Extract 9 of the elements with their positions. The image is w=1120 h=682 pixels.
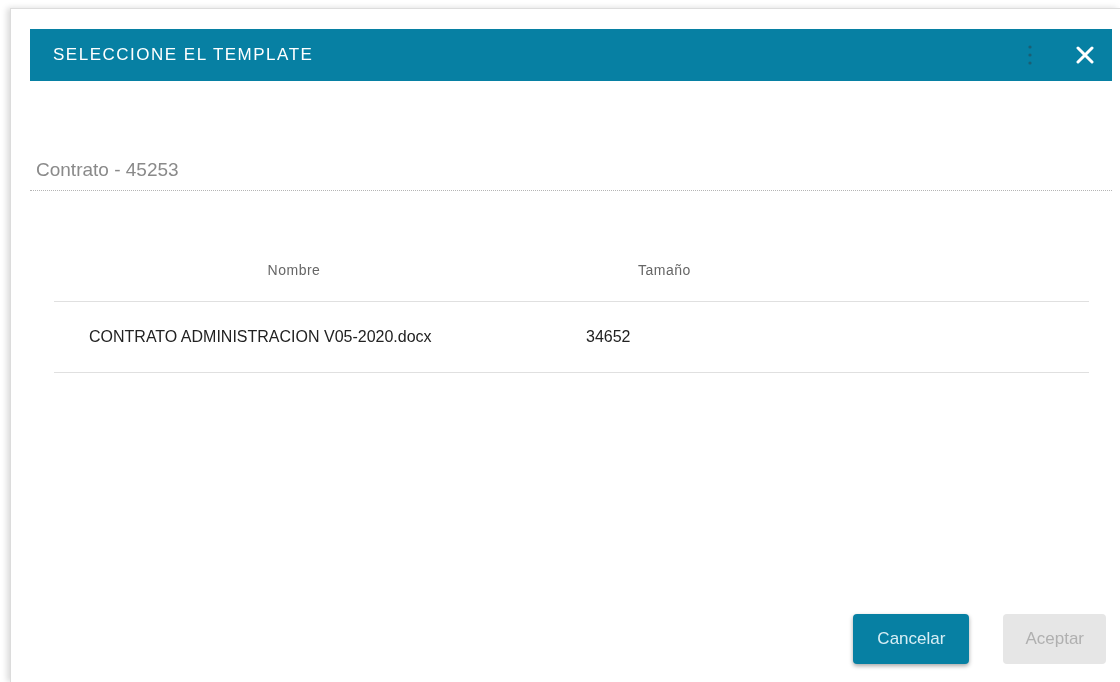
column-header: Tamaño [637,260,691,280]
column-header: Nombre [266,260,322,280]
close-icon[interactable] [1076,46,1094,64]
contract-field[interactable]: Contrato - 45253 [30,149,1112,191]
dialog-title: SELECCIONE EL TEMPLATE [53,44,315,67]
dialog-button[interactable]: Cancelar [853,614,970,664]
table-row[interactable]: CONTRATO ADMINISTRACION V05-2020.docx 34652 [54,302,1089,373]
table-cell-text: CONTRATO ADMINISTRACION V05-2020.docx [88,327,433,347]
table-cell-text: 34652 [585,327,631,347]
